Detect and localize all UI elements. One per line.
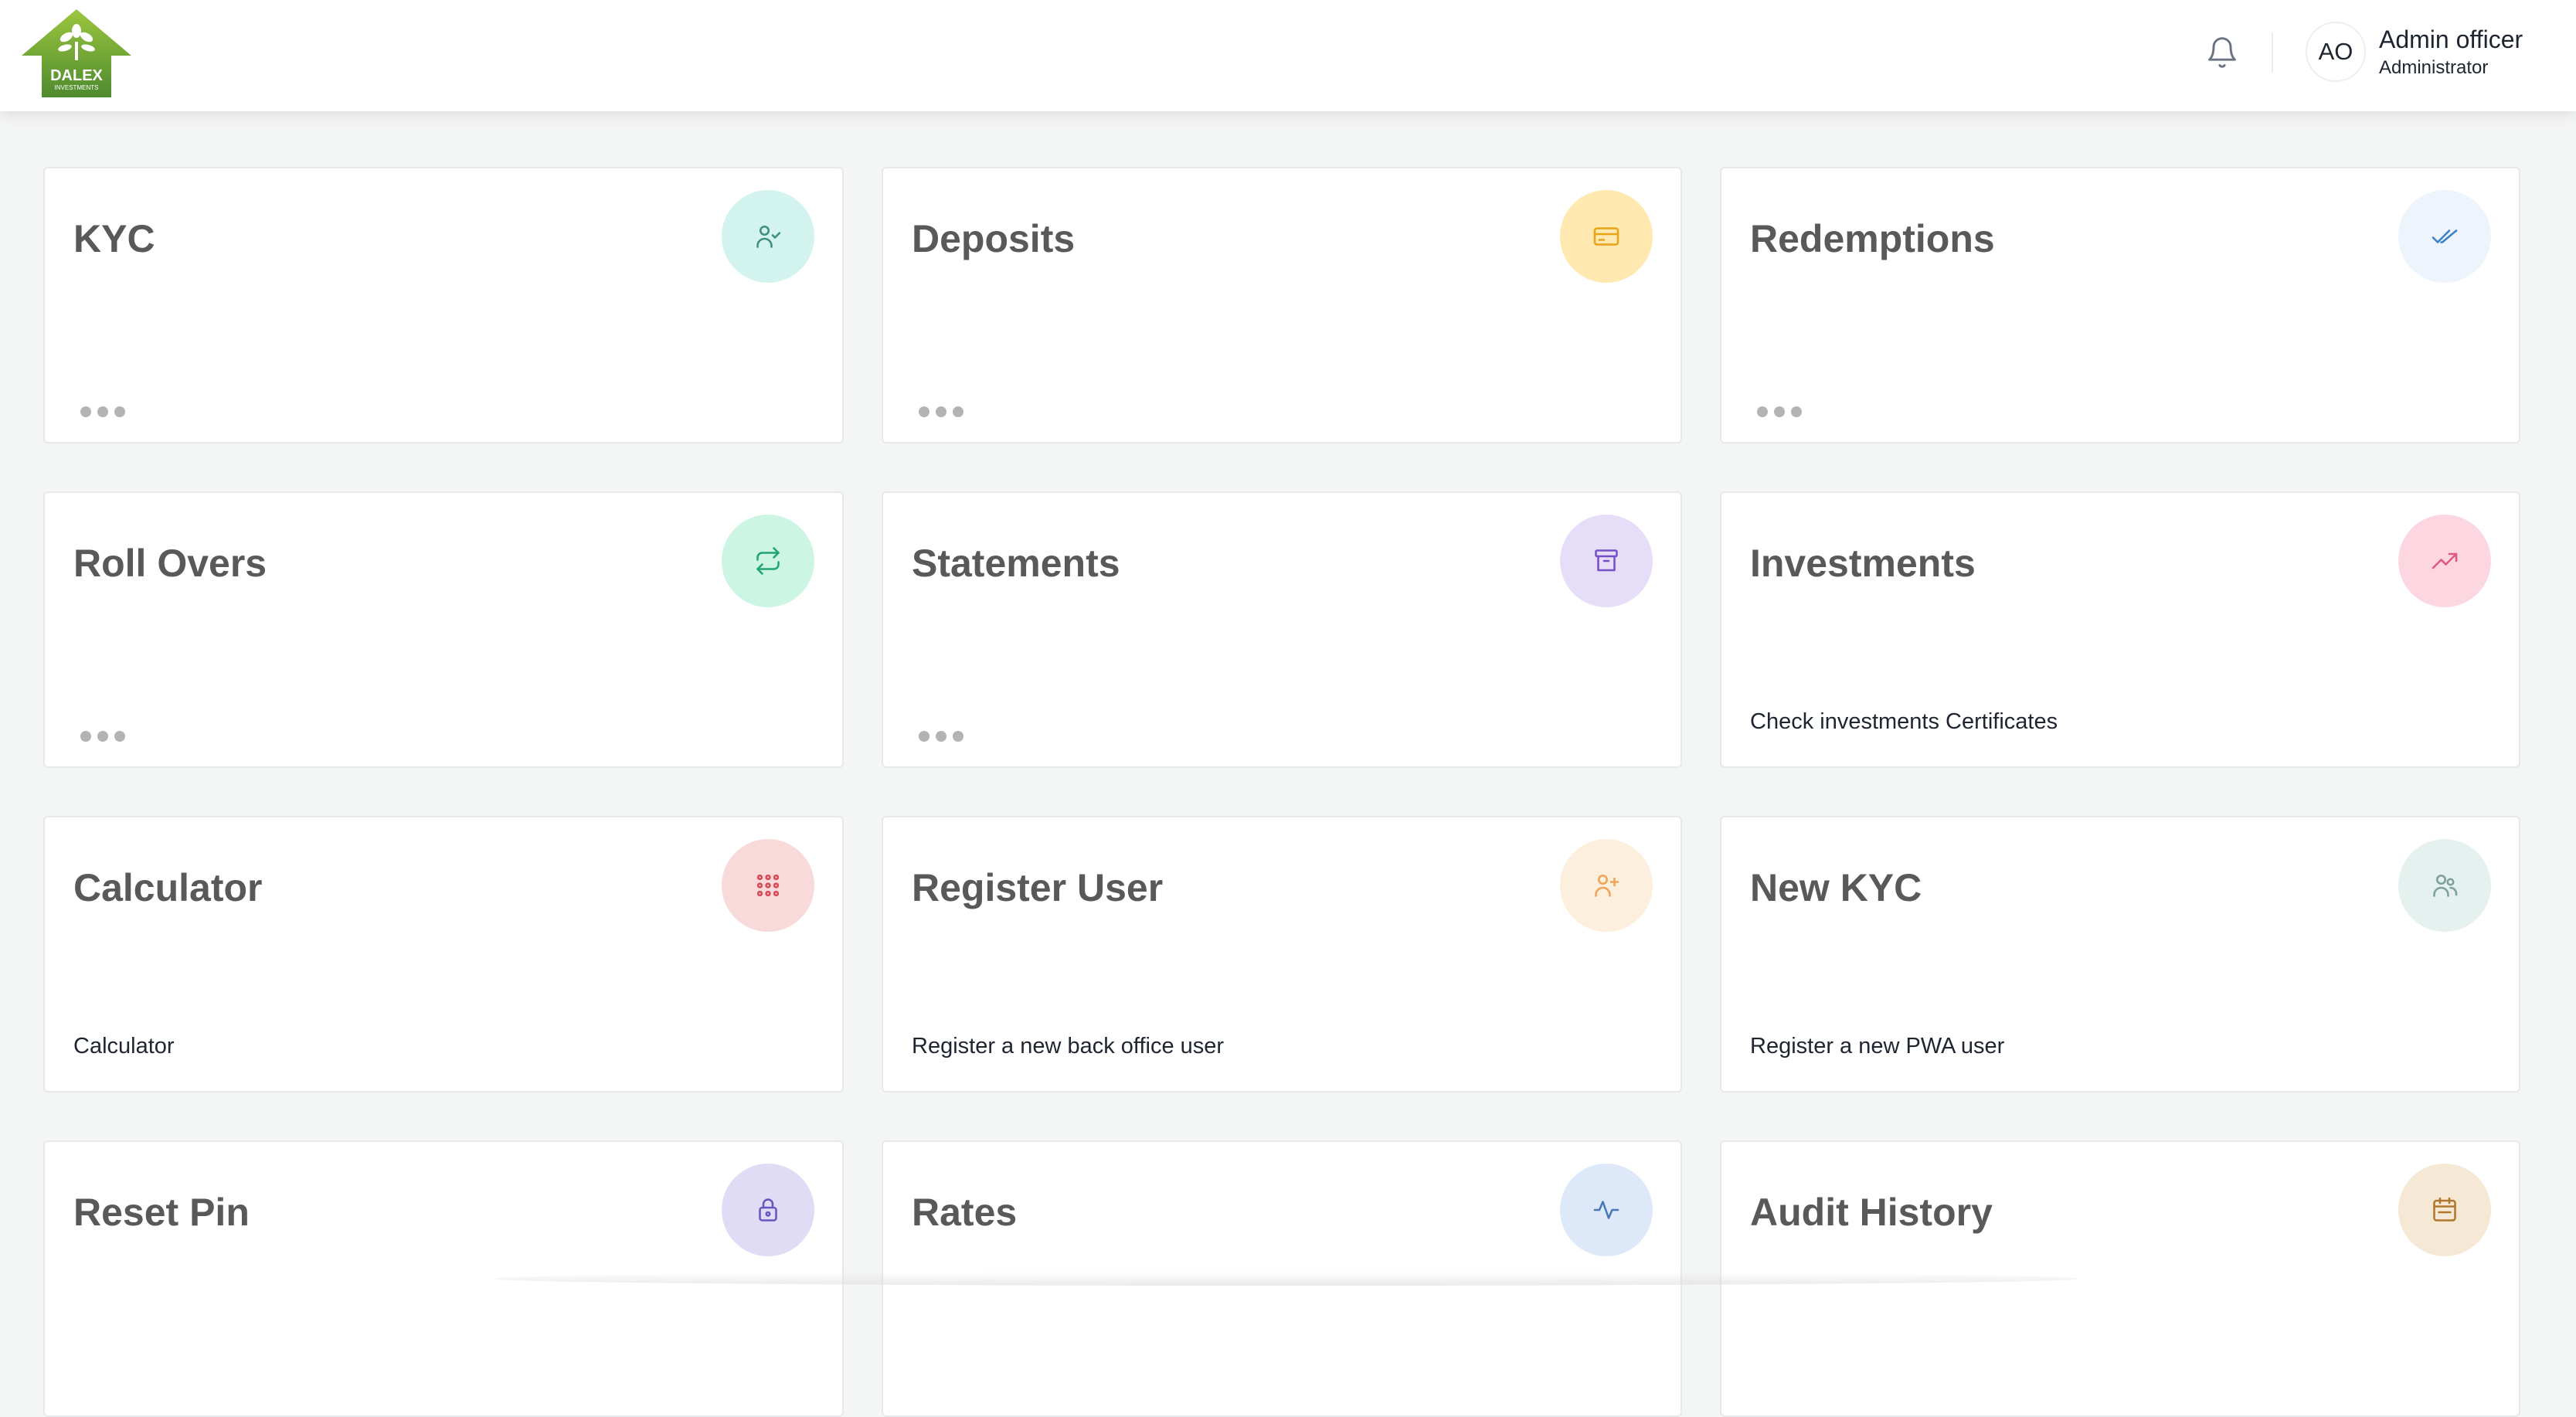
- card-title: Reset Pin: [73, 1191, 250, 1234]
- repeat-icon: [722, 515, 814, 607]
- logo-text: DALEX: [50, 67, 103, 84]
- loading-dot: [953, 731, 963, 742]
- activity-icon: [1560, 1164, 1653, 1256]
- loading-dot: [1791, 406, 1802, 417]
- loading-dot: [936, 731, 946, 742]
- bell-icon[interactable]: [2205, 36, 2239, 70]
- loading-dot: [919, 406, 929, 417]
- loading-dot: [114, 406, 125, 417]
- card-register-user[interactable]: Register User Register a new back office …: [882, 816, 1682, 1092]
- user-role: Administrator: [2379, 57, 2489, 78]
- header-divider: [2272, 32, 2273, 73]
- card-title: Deposits: [912, 217, 1076, 260]
- loading-dots: [919, 731, 963, 742]
- loading-dot: [97, 731, 108, 742]
- card-deposits[interactable]: Deposits: [882, 167, 1682, 443]
- loading-dot: [936, 406, 946, 417]
- loading-dot: [114, 731, 125, 742]
- top-header: DALEX INVESTMENTS AO Admin officer Admin…: [0, 0, 2576, 111]
- card-description: Check investments Certificates: [1750, 709, 2058, 734]
- card-title: Calculator: [73, 866, 263, 909]
- card-title: Redemptions: [1750, 217, 1995, 260]
- double-check-icon: [2398, 190, 2491, 283]
- loading-dots: [1757, 406, 1802, 417]
- avatar[interactable]: AO: [2306, 22, 2366, 82]
- loading-dots: [80, 731, 125, 742]
- loading-dot: [953, 406, 963, 417]
- loading-dot: [1757, 406, 1768, 417]
- users-icon: [2398, 839, 2491, 932]
- user-check-icon: [722, 190, 814, 283]
- card-title: Audit History: [1750, 1191, 1993, 1234]
- loading-dot: [80, 406, 91, 417]
- card-title: KYC: [73, 217, 155, 260]
- card-kyc[interactable]: KYC: [43, 167, 844, 443]
- card-title: Register User: [912, 866, 1164, 909]
- loading-dot: [97, 406, 108, 417]
- card-title: Roll Overs: [73, 542, 267, 585]
- trending-up-icon: [2398, 515, 2491, 607]
- archive-icon: [1560, 515, 1653, 607]
- loading-dots: [919, 406, 963, 417]
- card-description: Calculator: [73, 1034, 175, 1059]
- user-name: Admin officer: [2379, 25, 2523, 53]
- credit-card-icon: [1560, 190, 1653, 283]
- loading-dot: [1774, 406, 1785, 417]
- calendar-icon: [2398, 1164, 2491, 1256]
- lock-icon: [722, 1164, 814, 1256]
- card-description: Register a new PWA user: [1750, 1034, 2005, 1059]
- card-title: Statements: [912, 542, 1120, 585]
- card-description: Register a new back office user: [912, 1034, 1225, 1059]
- loading-dot: [919, 731, 929, 742]
- card-title: New KYC: [1750, 866, 1922, 909]
- card-title: Rates: [912, 1191, 1018, 1234]
- card-new-kyc[interactable]: New KYC Register a new PWA user: [1720, 816, 2520, 1092]
- loading-dot: [80, 731, 91, 742]
- card-statements[interactable]: Statements: [882, 491, 1682, 768]
- card-redemptions[interactable]: Redemptions: [1720, 167, 2520, 443]
- card-investments[interactable]: Investments Check investments Certificate…: [1720, 491, 2520, 768]
- dalex-logo[interactable]: DALEX INVESTMENTS: [20, 8, 133, 99]
- card-calculator[interactable]: Calculator Calculator: [43, 816, 844, 1092]
- logo-subtext: INVESTMENTS: [55, 84, 99, 91]
- card-roll-overs[interactable]: Roll Overs: [43, 491, 844, 768]
- card-title: Investments: [1750, 542, 1976, 585]
- scroll-shadow: [494, 1272, 2078, 1286]
- loading-dots: [80, 406, 125, 417]
- grid-dots-icon: [722, 839, 814, 932]
- user-plus-icon: [1560, 839, 1653, 932]
